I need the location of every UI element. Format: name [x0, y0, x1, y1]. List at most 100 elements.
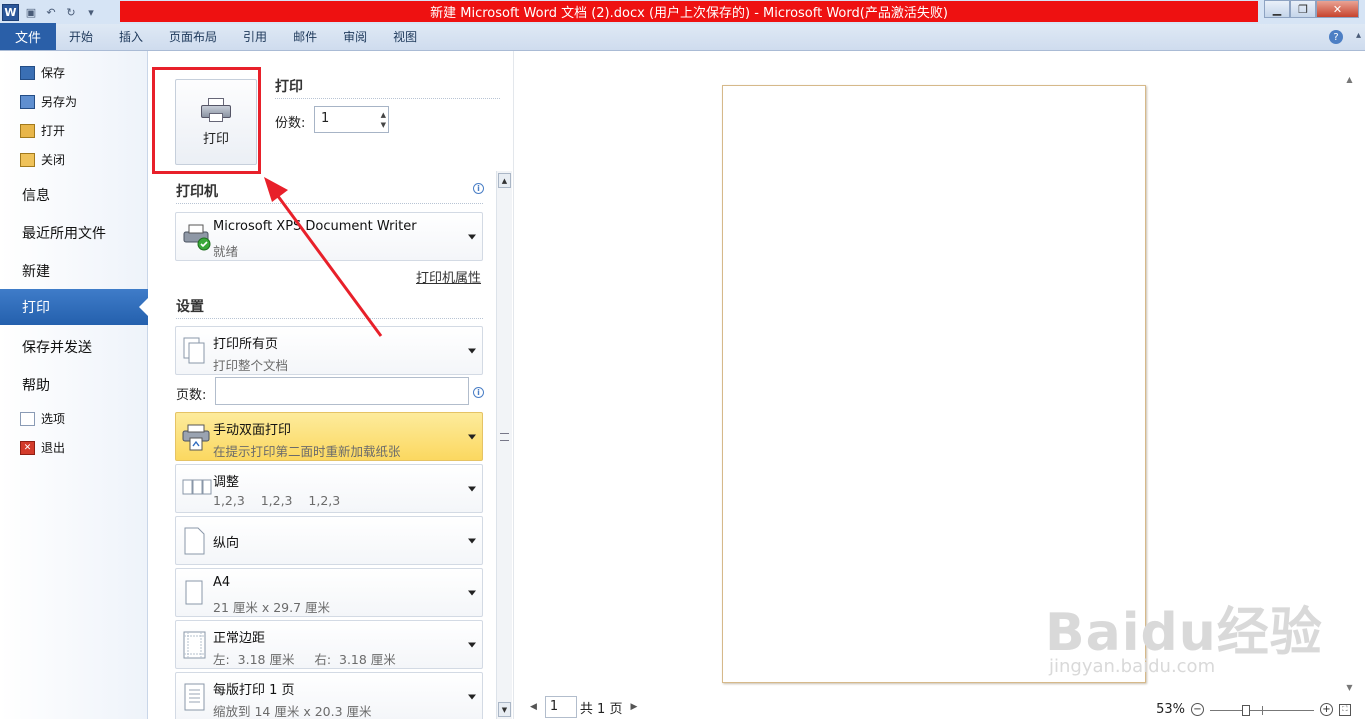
print-range-subtitle: 打印整个文档 [213, 358, 289, 373]
undo-icon[interactable]: ↶ [43, 4, 59, 20]
printer-status: 就绪 [213, 244, 239, 259]
folder-open-icon [20, 123, 35, 138]
nav-print[interactable]: 打印 [0, 289, 149, 325]
tab-references[interactable]: 引用 [230, 23, 280, 50]
save-icon[interactable]: ▣ [23, 4, 39, 20]
scroll-grip-icon[interactable] [500, 433, 509, 441]
tab-file[interactable]: 文件 [0, 23, 56, 50]
scroll-up-icon[interactable]: ▲ [1342, 73, 1357, 85]
duplex-dropdown[interactable]: 手动双面打印 在提示打印第二面时重新加载纸张 [175, 412, 483, 461]
pages-per-sheet-dropdown[interactable]: 每版打印 1 页 缩放到 14 厘米 x 20.3 厘米 [175, 672, 483, 719]
tab-insert[interactable]: 插入 [106, 23, 156, 50]
nav-save-as[interactable]: 另存为 [20, 93, 77, 110]
pages-per-sheet-title: 每版打印 1 页 [213, 683, 295, 698]
pages-per-sheet-subtitle: 缩放到 14 厘米 x 20.3 厘米 [213, 704, 372, 719]
nav-new[interactable]: 新建 [22, 261, 50, 281]
print-range-title: 打印所有页 [213, 337, 279, 352]
collate-dropdown[interactable]: 调整 1,2,3 1,2,3 1,2,3 [175, 464, 483, 513]
nav-open-label: 打开 [41, 124, 66, 138]
print-button[interactable]: 打印 [175, 79, 257, 165]
zoom-level[interactable]: 53% [1156, 702, 1185, 717]
print-section-title: 打印 [275, 79, 303, 95]
portrait-icon [182, 526, 208, 556]
zoom-in-icon[interactable]: + [1320, 703, 1333, 716]
quick-access-toolbar: W ▣ ↶ ↻ ▾ [0, 0, 99, 24]
word-logo-icon[interactable]: W [2, 3, 19, 21]
margins-dropdown[interactable]: 正常边距 左: 3.18 厘米 右: 3.18 厘米 [175, 620, 483, 669]
tab-home[interactable]: 开始 [56, 23, 106, 50]
nav-close-label: 关闭 [41, 153, 66, 167]
printer-icon [201, 97, 231, 122]
paper-size-icon [182, 578, 208, 608]
nav-exit[interactable]: ✕ 退出 [20, 439, 65, 456]
nav-save-send[interactable]: 保存并发送 [22, 337, 92, 357]
divider [176, 318, 483, 319]
save-icon [20, 65, 35, 80]
collate-title: 调整 [213, 475, 240, 490]
page-number-value: 1 [549, 699, 559, 714]
help-icon[interactable]: ? [1329, 30, 1343, 44]
nav-options[interactable]: 选项 [20, 410, 65, 427]
baidu-watermark: Baidu经验 jingyan.baidu.com [1045, 590, 1323, 677]
nav-close[interactable]: 关闭 [20, 151, 65, 168]
info-icon[interactable]: i [473, 183, 484, 194]
nav-help[interactable]: 帮助 [22, 375, 50, 395]
tab-mailings[interactable]: 邮件 [280, 23, 330, 50]
watermark-brand: Baidu经验 [1045, 603, 1323, 663]
tab-view[interactable]: 视图 [380, 23, 430, 50]
paper-size-dropdown[interactable]: A4 21 厘米 x 29.7 厘米 [175, 568, 483, 617]
customize-qat-icon[interactable]: ▾ [83, 4, 99, 20]
pages-label: 页数: [176, 388, 207, 403]
pages-input[interactable] [215, 377, 469, 405]
printer-properties-link[interactable]: 打印机属性 [416, 267, 481, 286]
window-controls: ▁ ❐ ✕ [1264, 0, 1359, 18]
redo-icon[interactable]: ↻ [63, 4, 79, 20]
printer-ready-icon [182, 222, 211, 252]
copies-value: 1 [321, 111, 330, 126]
tab-review[interactable]: 审阅 [330, 23, 380, 50]
scroll-down-icon[interactable]: ▼ [498, 702, 511, 717]
margins-title: 正常边距 [213, 631, 266, 646]
duplex-subtitle: 在提示打印第二面时重新加载纸张 [213, 444, 401, 459]
close-button[interactable]: ✕ [1316, 0, 1359, 18]
orientation-dropdown[interactable]: 纵向 [175, 516, 483, 565]
zoom-out-icon[interactable]: − [1191, 703, 1204, 716]
tab-page-layout[interactable]: 页面布局 [156, 23, 230, 50]
settings-scrollbar[interactable]: ▲ ▼ [496, 171, 512, 719]
zoom-slider-thumb[interactable] [1242, 704, 1250, 716]
print-range-dropdown[interactable]: 打印所有页 打印整个文档 [175, 326, 483, 375]
paper-size-title: A4 [213, 575, 231, 590]
zoom-slider[interactable] [1210, 704, 1314, 716]
page-number-input[interactable]: 1 [544, 696, 577, 718]
next-page-icon[interactable]: ▶ [630, 702, 637, 712]
nav-options-label: 选项 [41, 412, 66, 426]
nav-recent[interactable]: 最近所用文件 [22, 223, 106, 243]
spinner-arrows-icon[interactable]: ▲ ▼ [381, 110, 386, 130]
total-pages: 共 1 页 [579, 701, 623, 717]
scroll-down-icon[interactable]: ▼ [1342, 681, 1357, 693]
chevron-down-icon [468, 348, 476, 353]
maximize-button[interactable]: ❐ [1290, 0, 1316, 18]
zoom-to-page-icon[interactable]: ⛶ [1339, 703, 1351, 716]
nav-open[interactable]: 打开 [20, 122, 65, 139]
printer-dropdown[interactable]: Microsoft XPS Document Writer 就绪 [175, 212, 483, 261]
chevron-down-icon [468, 538, 476, 543]
options-icon [20, 411, 35, 426]
exit-icon: ✕ [20, 440, 35, 455]
nav-save[interactable]: 保存 [20, 64, 65, 81]
nav-save-label: 保存 [41, 66, 66, 80]
divider [176, 203, 483, 204]
duplex-title: 手动双面打印 [213, 423, 292, 438]
copies-stepper[interactable]: 1 ▲ ▼ [314, 106, 389, 133]
minimize-button[interactable]: ▁ [1264, 0, 1290, 18]
info-icon[interactable]: i [473, 387, 484, 398]
nav-print-label: 打印 [22, 300, 50, 316]
collate-subtitle: 1,2,3 1,2,3 1,2,3 [213, 493, 341, 508]
preview-scrollbar[interactable]: ▲ ▼ [1342, 73, 1357, 693]
chevron-down-icon [468, 486, 476, 491]
scroll-up-icon[interactable]: ▲ [498, 173, 511, 188]
ribbon-collapse-icon[interactable]: ▴ [1356, 30, 1361, 41]
printer-name: Microsoft XPS Document Writer [213, 219, 417, 234]
previous-page-icon[interactable]: ◀ [530, 702, 537, 712]
nav-info[interactable]: 信息 [22, 185, 50, 205]
